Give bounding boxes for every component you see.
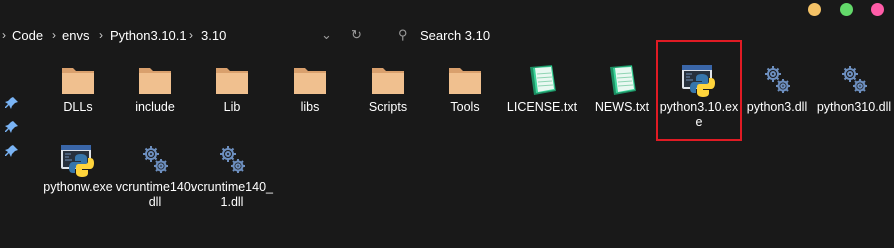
dll-gear-icon bbox=[836, 62, 872, 98]
maximize-dot[interactable] bbox=[840, 3, 853, 16]
dll-gear-icon bbox=[759, 62, 795, 98]
file-name: Lib bbox=[223, 100, 241, 114]
refresh-icon[interactable]: ↻ bbox=[351, 27, 362, 43]
dll-gear-icon bbox=[137, 142, 173, 178]
file-name: vcruntime140_1.dll bbox=[191, 180, 273, 209]
search-icon: ⚲ bbox=[398, 27, 408, 42]
file-name: include bbox=[135, 100, 175, 114]
search-input[interactable]: Search 3.10 bbox=[420, 28, 490, 43]
folder-icon bbox=[137, 62, 173, 98]
address-bar: › Code › envs › Python3.10.1 › 3.10 ⌄ ↻ … bbox=[0, 22, 894, 50]
chevron-right-icon: › bbox=[99, 28, 103, 42]
file-name: libs bbox=[300, 100, 320, 114]
dll-gear-icon bbox=[214, 142, 250, 178]
file-name: DLLs bbox=[63, 100, 93, 114]
file-name: Tools bbox=[450, 100, 480, 114]
chevron-down-icon[interactable]: ⌄ bbox=[321, 27, 332, 43]
python-executable-icon bbox=[60, 142, 96, 178]
highlight-box bbox=[656, 40, 742, 141]
file-name: python3.dll bbox=[746, 100, 808, 114]
close-dot[interactable] bbox=[871, 3, 884, 16]
file-name: NEWS.txt bbox=[594, 100, 650, 114]
chevron-right-icon: › bbox=[52, 28, 56, 42]
pin-icon[interactable] bbox=[5, 120, 19, 134]
folder-icon bbox=[60, 62, 96, 98]
file-name: vcruntime140.dll bbox=[115, 180, 195, 209]
folder-icon bbox=[370, 62, 406, 98]
file-name: python310.dll bbox=[816, 100, 892, 114]
breadcrumb-python[interactable]: Python3.10.1 bbox=[110, 28, 187, 43]
chevron-right-icon: › bbox=[189, 28, 193, 42]
file-name: Scripts bbox=[368, 100, 408, 114]
breadcrumb-envs[interactable]: envs bbox=[62, 28, 89, 43]
folder-icon bbox=[292, 62, 328, 98]
pin-icon[interactable] bbox=[5, 144, 19, 158]
folder-icon bbox=[447, 62, 483, 98]
chevron-right-icon: › bbox=[2, 28, 6, 42]
file-name: pythonw.exe bbox=[43, 180, 113, 194]
pin-icon[interactable] bbox=[5, 96, 19, 110]
notepad-document-icon bbox=[604, 62, 640, 98]
notepad-document-icon bbox=[524, 62, 560, 98]
folder-icon bbox=[214, 62, 250, 98]
breadcrumb-code[interactable]: Code bbox=[12, 28, 43, 43]
breadcrumb-current[interactable]: 3.10 bbox=[201, 28, 226, 43]
minimize-dot[interactable] bbox=[808, 3, 821, 16]
file-name: LICENSE.txt bbox=[506, 100, 578, 114]
